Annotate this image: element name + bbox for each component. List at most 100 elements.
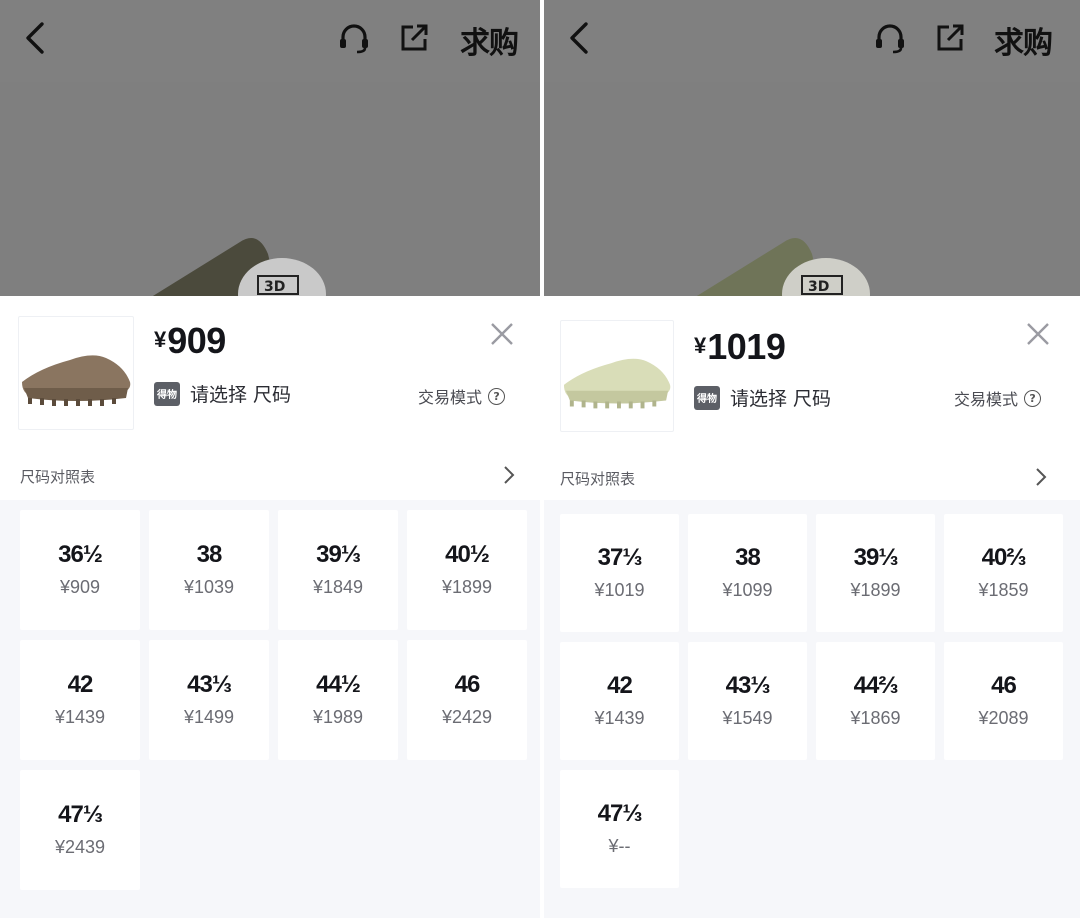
product-sheet-panel-left: 求购 3D ¥909 得物 请选择 尺码 交易模式 ? 尺码对照表 36½ ¥9… [0, 0, 540, 918]
svg-text:3D: 3D [808, 279, 829, 295]
share-icon[interactable] [396, 20, 432, 56]
size-option-label: 36½ [58, 540, 103, 568]
price-amount: 1019 [707, 326, 786, 367]
product-thumbnail [560, 320, 674, 432]
select-size-prompt: 请选择 尺码 [730, 388, 832, 410]
size-option-label: 39⅓ [853, 543, 899, 571]
chevron-left-icon[interactable] [18, 18, 54, 58]
product-price: ¥1019 [694, 326, 786, 368]
size-option-label: 47⅓ [58, 800, 103, 828]
size-option-price: ¥-- [608, 835, 631, 856]
size-option-label: 43⅓ [725, 671, 771, 699]
currency-symbol: ¥ [694, 333, 707, 358]
chevron-left-icon[interactable] [562, 18, 598, 58]
size-option-price: ¥2089 [978, 707, 1029, 728]
size-option-label: 39⅓ [316, 540, 361, 568]
size-option-price: ¥2439 [54, 836, 106, 857]
size-option-price: ¥909 [59, 576, 101, 597]
size-chart-link[interactable]: 尺码对照表 [20, 466, 95, 487]
size-option-price: ¥1019 [594, 579, 645, 600]
size-option-label: 44⅔ [853, 671, 899, 699]
product-sheet-panel-right: 求购 3D ¥1019 得物 请选择 尺码 交易模式 ? 尺码对照表 37⅓ ¥… [544, 0, 1080, 918]
top-nav-bar: 求购 [544, 0, 1080, 82]
size-option[interactable]: 37⅓ ¥1019 [560, 514, 679, 632]
size-option-price: ¥1439 [594, 707, 645, 728]
size-option[interactable]: 42 ¥1439 [560, 642, 679, 760]
product-image-overlay[interactable]: 求购 3D [0, 0, 540, 296]
size-option-label: 44½ [316, 670, 361, 698]
close-icon[interactable] [1024, 320, 1052, 348]
size-option-price: ¥1869 [850, 707, 901, 728]
size-option[interactable]: 38 ¥1039 [149, 510, 269, 630]
size-option[interactable]: 46 ¥2429 [407, 640, 527, 760]
size-option-label: 46 [991, 671, 1017, 699]
size-option-label: 40⅔ [981, 543, 1027, 571]
size-option-label: 40½ [445, 540, 490, 568]
size-option-price: ¥1099 [722, 579, 773, 600]
size-grid: 37⅓ ¥1019 38 ¥1099 39⅓ ¥1899 40⅔ ¥1859 42 ¥1439 43… [560, 514, 1063, 888]
size-option[interactable]: 44½ ¥1989 [278, 640, 398, 760]
want-to-buy-button[interactable]: 求购 [994, 18, 1053, 61]
size-option[interactable]: 39⅓ ¥1899 [816, 514, 935, 632]
size-option-label: 38 [735, 543, 761, 571]
trade-mode-label: 交易模式 [954, 390, 1019, 409]
size-option[interactable]: 42 ¥1439 [20, 640, 140, 760]
size-option[interactable]: 46 ¥2089 [944, 642, 1063, 760]
size-option-label: 38 [196, 540, 223, 568]
size-option-price: ¥1859 [978, 579, 1029, 600]
shoe-hero-image: 3D [696, 238, 870, 296]
size-option[interactable]: 44⅔ ¥1869 [816, 642, 935, 760]
size-option[interactable]: 47⅓ ¥-- [560, 770, 679, 888]
size-option-price: ¥1549 [722, 707, 773, 728]
size-option[interactable]: 40⅔ ¥1859 [944, 514, 1063, 632]
size-option[interactable]: 36½ ¥909 [20, 510, 140, 630]
size-option-label: 42 [607, 671, 633, 699]
size-option-label: 42 [67, 670, 94, 698]
trade-mode-label: 交易模式 [418, 388, 483, 407]
size-option[interactable]: 40½ ¥1899 [407, 510, 527, 630]
size-option[interactable]: 38 ¥1099 [688, 514, 807, 632]
size-option[interactable]: 43⅓ ¥1549 [688, 642, 807, 760]
dewu-badge-icon: 得物 [154, 381, 180, 406]
trade-mode-link[interactable]: 交易模式 ? [418, 384, 506, 408]
product-price: ¥909 [154, 320, 226, 362]
top-nav-bar: 求购 [0, 0, 540, 82]
size-option-price: ¥2429 [441, 706, 493, 727]
size-option-price: ¥1439 [54, 706, 106, 727]
product-thumbnail [18, 316, 134, 430]
size-option-price: ¥1989 [312, 706, 364, 727]
help-circle-icon[interactable]: ? [1024, 389, 1042, 407]
product-image-overlay[interactable]: 求购 3D [544, 0, 1080, 296]
close-icon[interactable] [488, 320, 516, 348]
headset-icon[interactable] [336, 20, 372, 56]
select-size-prompt: 请选择 尺码 [190, 384, 292, 406]
size-option[interactable]: 47⅓ ¥2439 [20, 770, 140, 890]
want-to-buy-button[interactable]: 求购 [460, 18, 519, 61]
headset-icon[interactable] [872, 20, 908, 56]
dewu-badge-icon: 得物 [694, 385, 720, 410]
currency-symbol: ¥ [154, 327, 167, 352]
size-select-sheet: ¥909 得物 请选择 尺码 交易模式 ? 尺码对照表 36½ ¥909 38 ¥10… [0, 296, 540, 918]
comparison-screenshot: 求购 3D ¥909 得物 请选择 尺码 交易模式 ? 尺码对照表 36½ ¥9… [0, 0, 1080, 918]
size-option[interactable]: 39⅓ ¥1849 [278, 510, 398, 630]
price-amount: 909 [167, 320, 226, 361]
size-option-label: 43⅓ [187, 670, 232, 698]
trade-mode-link[interactable]: 交易模式 ? [954, 386, 1042, 410]
size-option-price: ¥1039 [183, 576, 235, 597]
size-option-label: 46 [454, 670, 481, 698]
chevron-right-icon[interactable] [500, 464, 518, 486]
help-circle-icon[interactable]: ? [488, 387, 506, 405]
size-chart-link[interactable]: 尺码对照表 [560, 468, 635, 489]
share-icon[interactable] [932, 20, 968, 56]
size-option-price: ¥1499 [183, 706, 235, 727]
size-grid: 36½ ¥909 38 ¥1039 39⅓ ¥1849 40½ ¥1899 42 ¥1439 43⅓… [20, 510, 527, 890]
size-option-price: ¥1899 [441, 576, 493, 597]
selection-status: 得物 请选择 尺码 [694, 384, 831, 411]
chevron-right-icon[interactable] [1032, 466, 1050, 488]
size-option-label: 47⅓ [597, 799, 643, 827]
size-option-label: 37⅓ [597, 543, 643, 571]
size-option-price: ¥1899 [850, 579, 901, 600]
svg-text:3D: 3D [264, 279, 285, 295]
size-select-sheet: ¥1019 得物 请选择 尺码 交易模式 ? 尺码对照表 37⅓ ¥1019 38 ¥… [544, 296, 1080, 918]
size-option[interactable]: 43⅓ ¥1499 [149, 640, 269, 760]
